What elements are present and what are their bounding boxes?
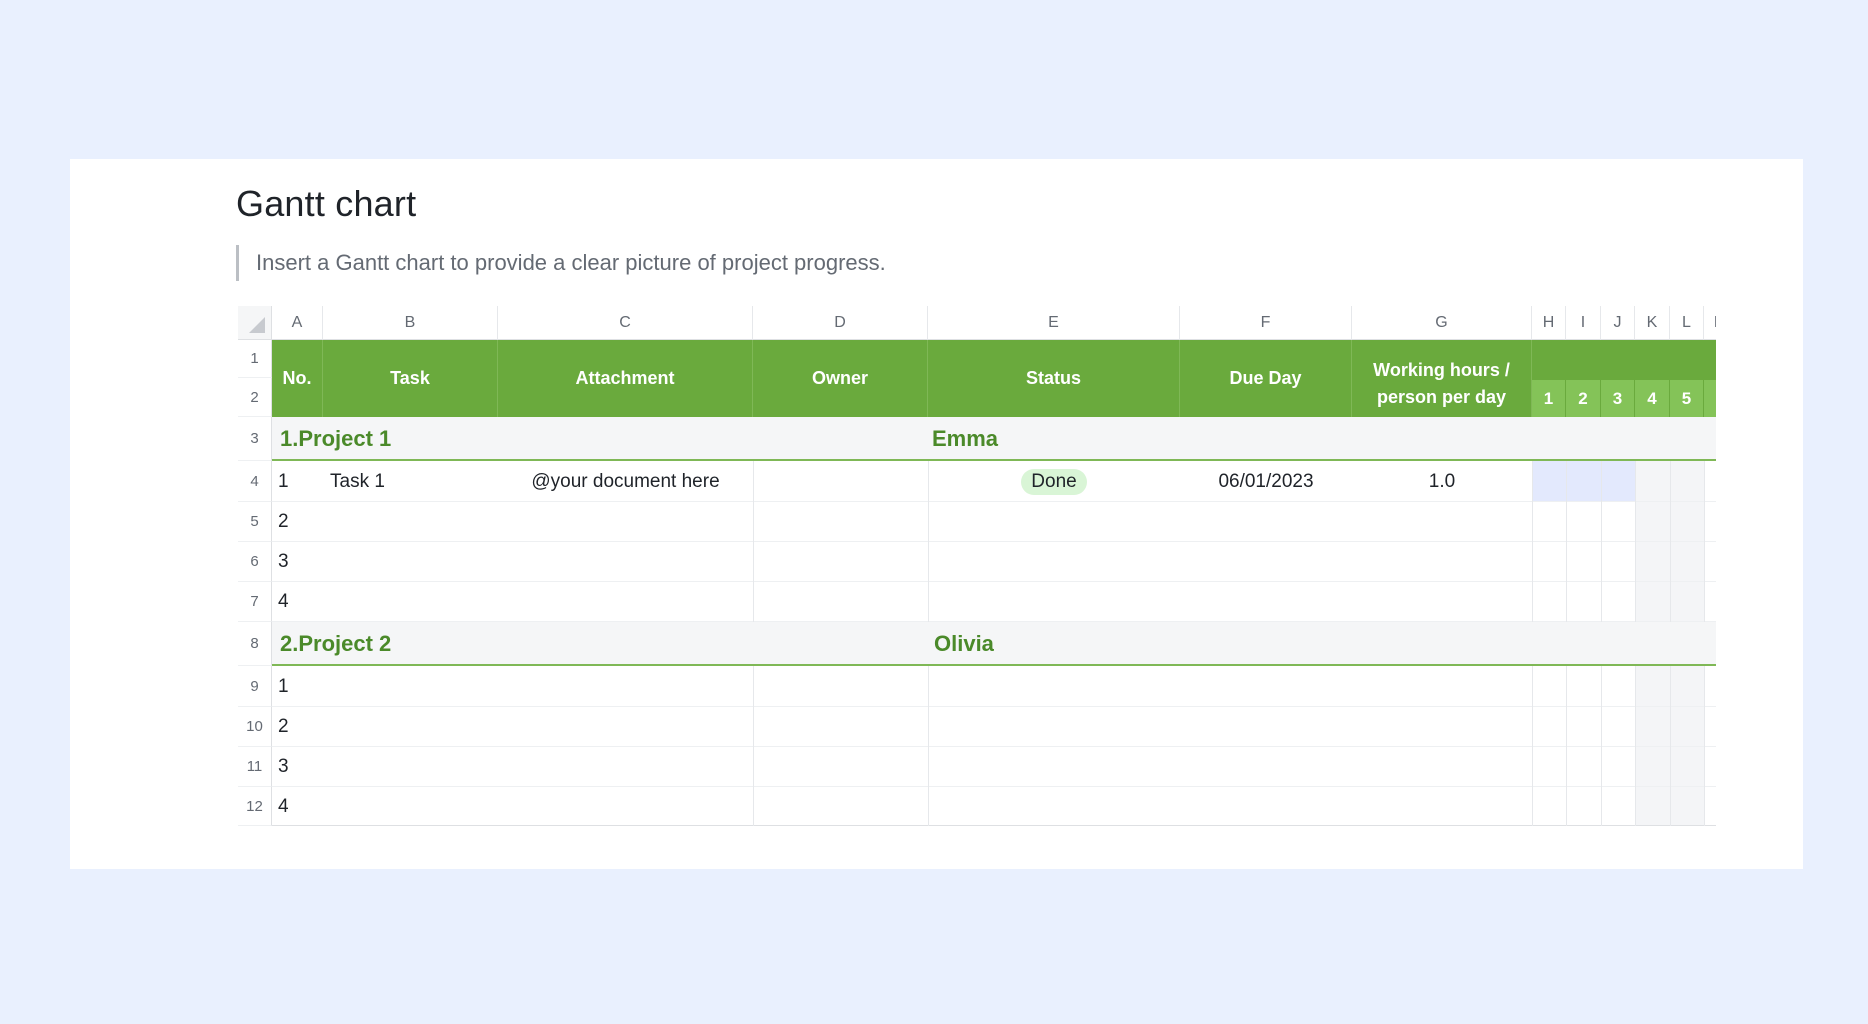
attachment-cell[interactable]: @your document here bbox=[498, 461, 753, 502]
column-header-c[interactable]: C bbox=[498, 306, 753, 340]
task-number-cell[interactable]: 2 bbox=[278, 707, 289, 747]
table-row[interactable] bbox=[272, 747, 1716, 787]
header-task[interactable]: Task bbox=[323, 340, 498, 417]
column-divider bbox=[753, 666, 754, 826]
day-cell-4[interactable]: 4 bbox=[1635, 380, 1670, 417]
column-header-l[interactable]: L bbox=[1670, 306, 1704, 340]
page-title: Gantt chart bbox=[236, 183, 417, 224]
column-divider bbox=[1532, 666, 1533, 826]
header-no[interactable]: No. bbox=[272, 340, 323, 417]
day-cell-6[interactable]: 6 bbox=[1704, 380, 1716, 417]
column-header-e[interactable]: E bbox=[928, 306, 1180, 340]
table-row[interactable] bbox=[272, 582, 1716, 622]
project-owner: Olivia bbox=[934, 631, 994, 656]
column-divider bbox=[1566, 461, 1567, 622]
column-divider bbox=[753, 461, 754, 622]
day-cell-5[interactable]: 5 bbox=[1670, 380, 1704, 417]
row-header-12[interactable]: 12 bbox=[238, 787, 272, 826]
table-row[interactable] bbox=[272, 666, 1716, 707]
task-number-cell[interactable]: 3 bbox=[278, 747, 289, 787]
day-cell-2[interactable]: 2 bbox=[1566, 380, 1601, 417]
row-header-5[interactable]: 5 bbox=[238, 502, 272, 542]
select-all-corner[interactable] bbox=[238, 306, 272, 340]
task-number-cell[interactable]: 3 bbox=[278, 542, 289, 582]
column-divider bbox=[928, 666, 929, 826]
description-quote: Insert a Gantt chart to provide a clear … bbox=[236, 245, 886, 281]
row-header-6[interactable]: 6 bbox=[238, 542, 272, 582]
task-number-cell[interactable]: 4 bbox=[278, 787, 289, 826]
spreadsheet[interactable]: A B C D E F G H I J K L M 1 2 3 4 5 6 7 … bbox=[238, 306, 1716, 826]
task-number-cell[interactable]: 2 bbox=[278, 502, 289, 542]
column-divider bbox=[1566, 666, 1567, 826]
column-header-k[interactable]: K bbox=[1635, 306, 1670, 340]
row-header-2[interactable]: 2 bbox=[238, 378, 272, 417]
task-name-cell[interactable]: Task 1 bbox=[330, 461, 385, 502]
table-row[interactable] bbox=[272, 787, 1716, 826]
column-divider bbox=[1635, 666, 1636, 826]
column-header-j[interactable]: J bbox=[1601, 306, 1635, 340]
column-divider bbox=[1704, 461, 1705, 622]
header-status[interactable]: Status bbox=[928, 340, 1180, 417]
column-header-f[interactable]: F bbox=[1180, 306, 1352, 340]
status-badge-done[interactable]: Done bbox=[1021, 468, 1087, 495]
header-owner[interactable]: Owner bbox=[753, 340, 928, 417]
task-number-cell[interactable]: 4 bbox=[278, 582, 289, 622]
row-header-9[interactable]: 9 bbox=[238, 666, 272, 707]
row-header-10[interactable]: 10 bbox=[238, 707, 272, 747]
column-divider bbox=[1601, 666, 1602, 826]
row-header-11[interactable]: 11 bbox=[238, 747, 272, 787]
table-row[interactable] bbox=[272, 542, 1716, 582]
project-row[interactable] bbox=[272, 622, 1716, 666]
status-cell[interactable]: Done bbox=[928, 461, 1180, 502]
sheet-grid: A B C D E F G H I J K L M 1 2 3 4 5 6 7 … bbox=[238, 306, 1716, 826]
project-title: 2.Project 2 bbox=[280, 631, 392, 656]
column-header-d[interactable]: D bbox=[753, 306, 928, 340]
task-number-cell[interactable]: 1 bbox=[278, 461, 289, 502]
column-divider bbox=[1601, 461, 1602, 622]
row-header-1[interactable]: 1 bbox=[238, 340, 272, 378]
column-divider bbox=[1635, 461, 1636, 622]
header-working-hours[interactable]: Working hours / person per day bbox=[1352, 340, 1532, 417]
column-divider bbox=[1704, 666, 1705, 826]
due-day-cell[interactable]: 06/01/2023 bbox=[1180, 461, 1352, 502]
column-header-b[interactable]: B bbox=[323, 306, 498, 340]
table-row[interactable] bbox=[272, 502, 1716, 542]
working-hours-cell[interactable]: 1.0 bbox=[1352, 461, 1532, 502]
row-header-3[interactable]: 3 bbox=[238, 417, 272, 461]
column-header-g[interactable]: G bbox=[1352, 306, 1532, 340]
project-owner: Emma bbox=[932, 426, 999, 451]
day-cell-1[interactable]: 1 bbox=[1532, 380, 1566, 417]
day-cell-3[interactable]: 3 bbox=[1601, 380, 1635, 417]
row-header-8[interactable]: 8 bbox=[238, 622, 272, 666]
column-divider bbox=[1532, 461, 1533, 622]
project-title: 1.Project 1 bbox=[280, 426, 392, 451]
header-due-day[interactable]: Due Day bbox=[1180, 340, 1352, 417]
row-header-7[interactable]: 7 bbox=[238, 582, 272, 622]
header-attachment[interactable]: Attachment bbox=[498, 340, 753, 417]
task-number-cell[interactable]: 1 bbox=[278, 666, 289, 707]
table-row[interactable] bbox=[272, 707, 1716, 747]
row-header-4[interactable]: 4 bbox=[238, 461, 272, 502]
column-divider bbox=[1670, 461, 1671, 622]
column-header-i[interactable]: I bbox=[1566, 306, 1601, 340]
column-header-m[interactable]: M bbox=[1704, 306, 1716, 340]
column-header-a[interactable]: A bbox=[272, 306, 323, 340]
column-divider bbox=[1670, 666, 1671, 826]
column-header-h[interactable]: H bbox=[1532, 306, 1566, 340]
